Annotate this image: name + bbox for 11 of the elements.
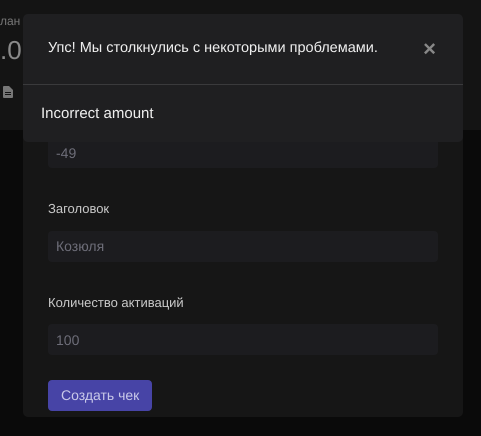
- create-check-button[interactable]: Создать чек: [48, 380, 152, 411]
- field-label: Количество активаций: [48, 294, 185, 312]
- balance-label: лан: [0, 13, 20, 30]
- balance-amount: .0: [0, 34, 22, 67]
- close-button[interactable]: ×: [423, 38, 436, 60]
- popup-title: Упс! Мы столкнулись с некоторыми проблемами.: [48, 39, 378, 58]
- input-field[interactable]: 100: [48, 324, 438, 355]
- input-field[interactable]: Козюля: [48, 230, 438, 262]
- error-message: Incorrect amount: [40, 104, 155, 124]
- field-label: Заголовок: [48, 200, 110, 218]
- document-icon: [3, 86, 13, 98]
